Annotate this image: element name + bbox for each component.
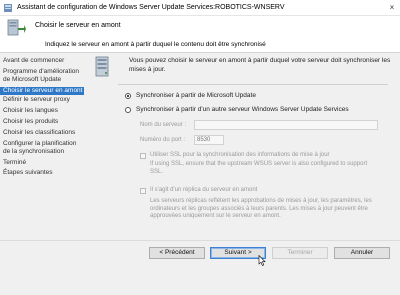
sidebar-item-programme-amelioration[interactable]: Programme d'amélioration: [0, 68, 84, 76]
sidebar-item-termine[interactable]: Terminé: [0, 159, 84, 167]
wsus-server-radio[interactable]: [125, 107, 131, 113]
sidebar-item-serveur-proxy[interactable]: Définir le serveur proxy: [0, 96, 84, 104]
server-name-input[interactable]: [194, 120, 378, 130]
sidebar-item-langues[interactable]: Choisir les langues: [0, 107, 84, 115]
ssl-note-line-1: If using SSL, ensure that the upstream W…: [150, 161, 368, 167]
window-title: Assistant de configuration de Windows Se…: [17, 4, 285, 11]
ssl-note-line-2: SSL.: [150, 168, 164, 175]
replica-label[interactable]: Il s'agit d'un réplica du serveur en amo…: [150, 187, 257, 193]
ssl-label[interactable]: Utiliser SSL pour la synchronisation des…: [150, 152, 330, 158]
server-name-label: Nom du serveur :: [140, 122, 187, 128]
wizard-steps-sidebar: Avant de commencer Programme d'améliorat…: [0, 56, 84, 240]
intro-line-2: mises à jour.: [129, 65, 166, 73]
sidebar-item-planification[interactable]: Configurer la planification: [0, 140, 84, 148]
sidebar-item-programme-amelioration-line2[interactable]: de Microsoft Update: [0, 76, 84, 84]
intro-line-1: Vous pouvez choisir le serveur en amont …: [129, 57, 391, 64]
page-subtitle: Indiquez le serveur en amont à partir du…: [45, 41, 266, 48]
ssl-note: If using SSL, ensure that the upstream W…: [150, 161, 390, 176]
mouse-pointer-icon: [258, 255, 266, 266]
footer-divider: [0, 240, 400, 241]
sidebar-item-planification-line2[interactable]: de la synchronisation: [0, 148, 84, 156]
wsus-app-icon: [4, 4, 12, 12]
wizard-header: Choisir le serveur en amont Indiquez le …: [0, 16, 400, 53]
replica-note: Les serveurs réplicas reflètent les appr…: [150, 198, 392, 221]
title-bar: Assistant de configuration de Windows Se…: [0, 0, 400, 16]
port-label: Numéro du port :: [140, 137, 186, 143]
sidebar-item-serveur-amont[interactable]: Choisir le serveur en amont: [0, 87, 84, 95]
port-input[interactable]: 8530: [194, 135, 224, 145]
close-icon[interactable]: ×: [386, 2, 398, 14]
replica-note-line-1: Les serveurs réplicas reflètent les appr…: [150, 198, 372, 204]
sidebar-item-etapes-suivantes[interactable]: Étapes suivantes: [0, 169, 84, 177]
sidebar-item-avant-de-commencer[interactable]: Avant de commencer: [0, 57, 84, 65]
replica-note-line-3: approuvées uniquement sur le serveur en …: [150, 213, 281, 219]
microsoft-update-label[interactable]: Synchroniser à partir de Microsoft Updat…: [136, 92, 256, 99]
previous-button[interactable]: < Précédent: [149, 247, 205, 259]
intro-text: Vous pouvez choisir le serveur en amont …: [129, 57, 391, 74]
wsus-server-label[interactable]: Synchroniser à partir d'un autre serveur…: [136, 106, 349, 113]
server-stack-icon: [95, 56, 109, 77]
sidebar-item-produits[interactable]: Choisir les produits: [0, 118, 84, 126]
microsoft-update-radio[interactable]: [125, 93, 131, 99]
content-divider: [118, 84, 388, 85]
server-icon: [7, 19, 26, 36]
replica-note-line-2: ordinateurs et les groupes associés à le…: [150, 205, 368, 212]
replica-checkbox[interactable]: [140, 188, 146, 194]
sidebar-item-classifications[interactable]: Choisir les classifications: [0, 129, 84, 137]
finish-button[interactable]: Terminer: [272, 247, 328, 259]
page-title: Choisir le serveur en amont: [35, 22, 121, 29]
cancel-button[interactable]: Annuler: [334, 247, 390, 259]
ssl-checkbox[interactable]: [140, 153, 146, 159]
